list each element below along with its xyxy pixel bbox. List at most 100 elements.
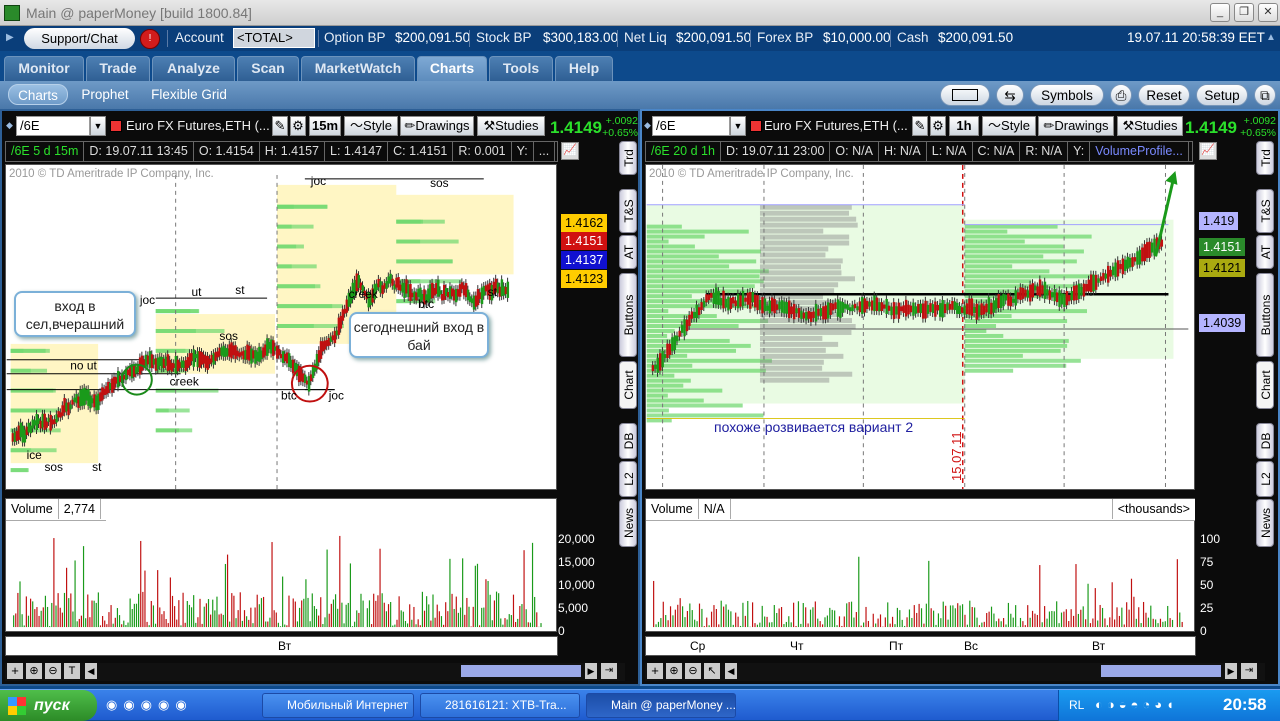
left-scrollbar-thumb[interactable] — [461, 665, 581, 677]
text-tool-icon[interactable]: T — [64, 663, 80, 679]
right-period-button[interactable]: 1h — [949, 116, 979, 136]
chart-type-icon[interactable]: 📈 — [561, 142, 579, 160]
volume-bar — [456, 597, 457, 627]
right-scrollbar-thumb[interactable] — [1101, 665, 1221, 677]
scroll-right-icon[interactable]: ▶ — [585, 663, 597, 679]
left-studies-button[interactable]: ⚒Studies — [477, 116, 545, 136]
zoom-in-icon[interactable]: + — [7, 663, 23, 679]
symbols-button[interactable]: Symbols — [1030, 84, 1104, 106]
maximize-button[interactable]: ❐ — [1234, 3, 1254, 22]
right-style-button[interactable]: 〜Style — [982, 116, 1036, 136]
volume-bar — [952, 605, 953, 627]
reset-button[interactable]: Reset — [1138, 84, 1190, 106]
candle-body — [963, 306, 965, 315]
volume-bar — [115, 618, 116, 627]
volume-bar — [121, 624, 122, 627]
right-symbol-input[interactable]: /6E — [652, 116, 730, 136]
tab-marketwatch[interactable]: MarketWatch — [301, 56, 415, 81]
right-drawings-button[interactable]: ✏Drawings — [1038, 116, 1114, 136]
magnify-plus-icon[interactable]: ⊕ — [26, 663, 42, 679]
taskbar-item-papermoney[interactable]: Main @ paperMoney ... — [586, 693, 736, 718]
symbol-dropdown-icon[interactable]: ▼ — [730, 116, 746, 136]
tab-monitor[interactable]: Monitor — [4, 56, 84, 81]
taskbar-item-xtb[interactable]: 281616121: XTB-Tra... — [420, 693, 580, 718]
volume-bar — [523, 550, 524, 627]
volume-bar — [1032, 611, 1033, 627]
expand-arrow-icon[interactable]: ▶ — [6, 32, 14, 43]
volume-bar — [1030, 618, 1031, 627]
right-chart-header: ◆ /6E ▼ Euro FX Futures,ETH (... ✎ ⚙ 1h … — [642, 114, 1278, 137]
collapse-icon[interactable]: ◆ — [6, 120, 13, 131]
right-price-chart[interactable] — [645, 164, 1195, 490]
alert-icon[interactable]: ! — [140, 29, 160, 49]
tab-tools[interactable]: Tools — [489, 56, 553, 81]
tab-help[interactable]: Help — [555, 56, 613, 81]
subtab-charts[interactable]: Charts — [8, 84, 68, 105]
profile-bar — [760, 366, 822, 371]
subtab-prophet[interactable]: Prophet — [78, 84, 132, 105]
volume-bar — [677, 605, 678, 627]
candle-body — [990, 303, 992, 315]
volume-bar — [479, 625, 480, 627]
draw-tool-icon[interactable]: ✎ — [912, 116, 928, 136]
close-button[interactable]: ✕ — [1258, 3, 1278, 22]
scroll-left-icon[interactable]: ◀ — [725, 663, 737, 679]
tray-language[interactable]: RL — [1069, 698, 1084, 712]
candle-body — [781, 300, 783, 313]
volume-bar — [263, 597, 264, 627]
scroll-right-icon[interactable]: ▶ — [1225, 663, 1237, 679]
volume-bar — [153, 605, 154, 627]
right-studies-button[interactable]: ⚒Studies — [1117, 116, 1183, 136]
setup-button[interactable]: Setup — [1196, 84, 1248, 106]
symbol-dropdown-icon[interactable]: ▼ — [90, 116, 106, 136]
collapse-arrow-icon[interactable]: ▲ — [1266, 32, 1276, 43]
tab-analyze[interactable]: Analyze — [152, 56, 235, 81]
tab-trade[interactable]: Trade — [86, 56, 150, 81]
left-drawings-button[interactable]: ✏Drawings — [400, 116, 474, 136]
volume-bar — [993, 614, 994, 628]
volume-bar — [532, 543, 533, 627]
tab-charts[interactable]: Charts — [417, 56, 487, 81]
chart-type-icon[interactable]: 📈 — [1199, 142, 1217, 160]
volume-bar — [98, 592, 99, 627]
scroll-left-icon[interactable]: ◀ — [85, 663, 97, 679]
candle-body — [1109, 270, 1111, 277]
account-select[interactable]: <TOTAL> — [233, 28, 315, 48]
link-icon[interactable]: ⇆ — [996, 84, 1024, 106]
scroll-end-icon[interactable]: ⇥ — [1241, 663, 1257, 679]
subtab-flexible-grid[interactable]: Flexible Grid — [148, 84, 230, 105]
minimize-button[interactable]: _ — [1210, 3, 1230, 22]
settings-icon[interactable]: ⚙ — [930, 116, 946, 136]
volume-bar — [1095, 588, 1096, 627]
taskbar-item-mobile-internet[interactable]: Мобильный Интернет — [262, 693, 414, 718]
tab-scan[interactable]: Scan — [237, 56, 299, 81]
left-symbol-input[interactable]: /6E — [16, 116, 90, 136]
candle-body — [1017, 292, 1019, 299]
candle-body — [759, 300, 761, 310]
layout-button[interactable] — [940, 84, 990, 106]
quicklaunch-icons[interactable]: ◉◉◉◉◉ — [106, 697, 256, 715]
draw-tool-icon[interactable]: ✎ — [272, 116, 288, 136]
print-icon[interactable]: ⎙ — [1110, 84, 1132, 106]
start-button[interactable]: пуск — [0, 690, 97, 721]
tray-icons[interactable]: ◐◑◒◓◔◕◖ — [1095, 697, 1178, 712]
side-tab-news[interactable]: News — [1256, 499, 1274, 547]
left-style-button[interactable]: 〜Style — [344, 116, 398, 136]
scroll-end-icon[interactable]: ⇥ — [601, 663, 617, 679]
side-tab-news[interactable]: News — [619, 499, 637, 547]
magnify-minus-icon[interactable]: ⊖ — [685, 663, 701, 679]
pointer-icon[interactable]: ↖ — [704, 663, 720, 679]
left-period-button[interactable]: 15m — [309, 116, 341, 136]
volume-bar — [458, 613, 459, 627]
zoom-in-icon[interactable]: + — [647, 663, 663, 679]
profile-bar — [647, 240, 669, 244]
magnify-plus-icon[interactable]: ⊕ — [666, 663, 682, 679]
volume-bar — [989, 612, 990, 627]
collapse-icon[interactable]: ◆ — [644, 120, 651, 131]
volume-bar — [64, 593, 65, 627]
support-chat-button[interactable]: Support/Chat — [24, 28, 135, 49]
candle-body — [761, 297, 763, 313]
magnify-minus-icon[interactable]: ⊖ — [45, 663, 61, 679]
instrument-icon — [750, 120, 762, 132]
settings-icon[interactable]: ⚙ — [290, 116, 306, 136]
